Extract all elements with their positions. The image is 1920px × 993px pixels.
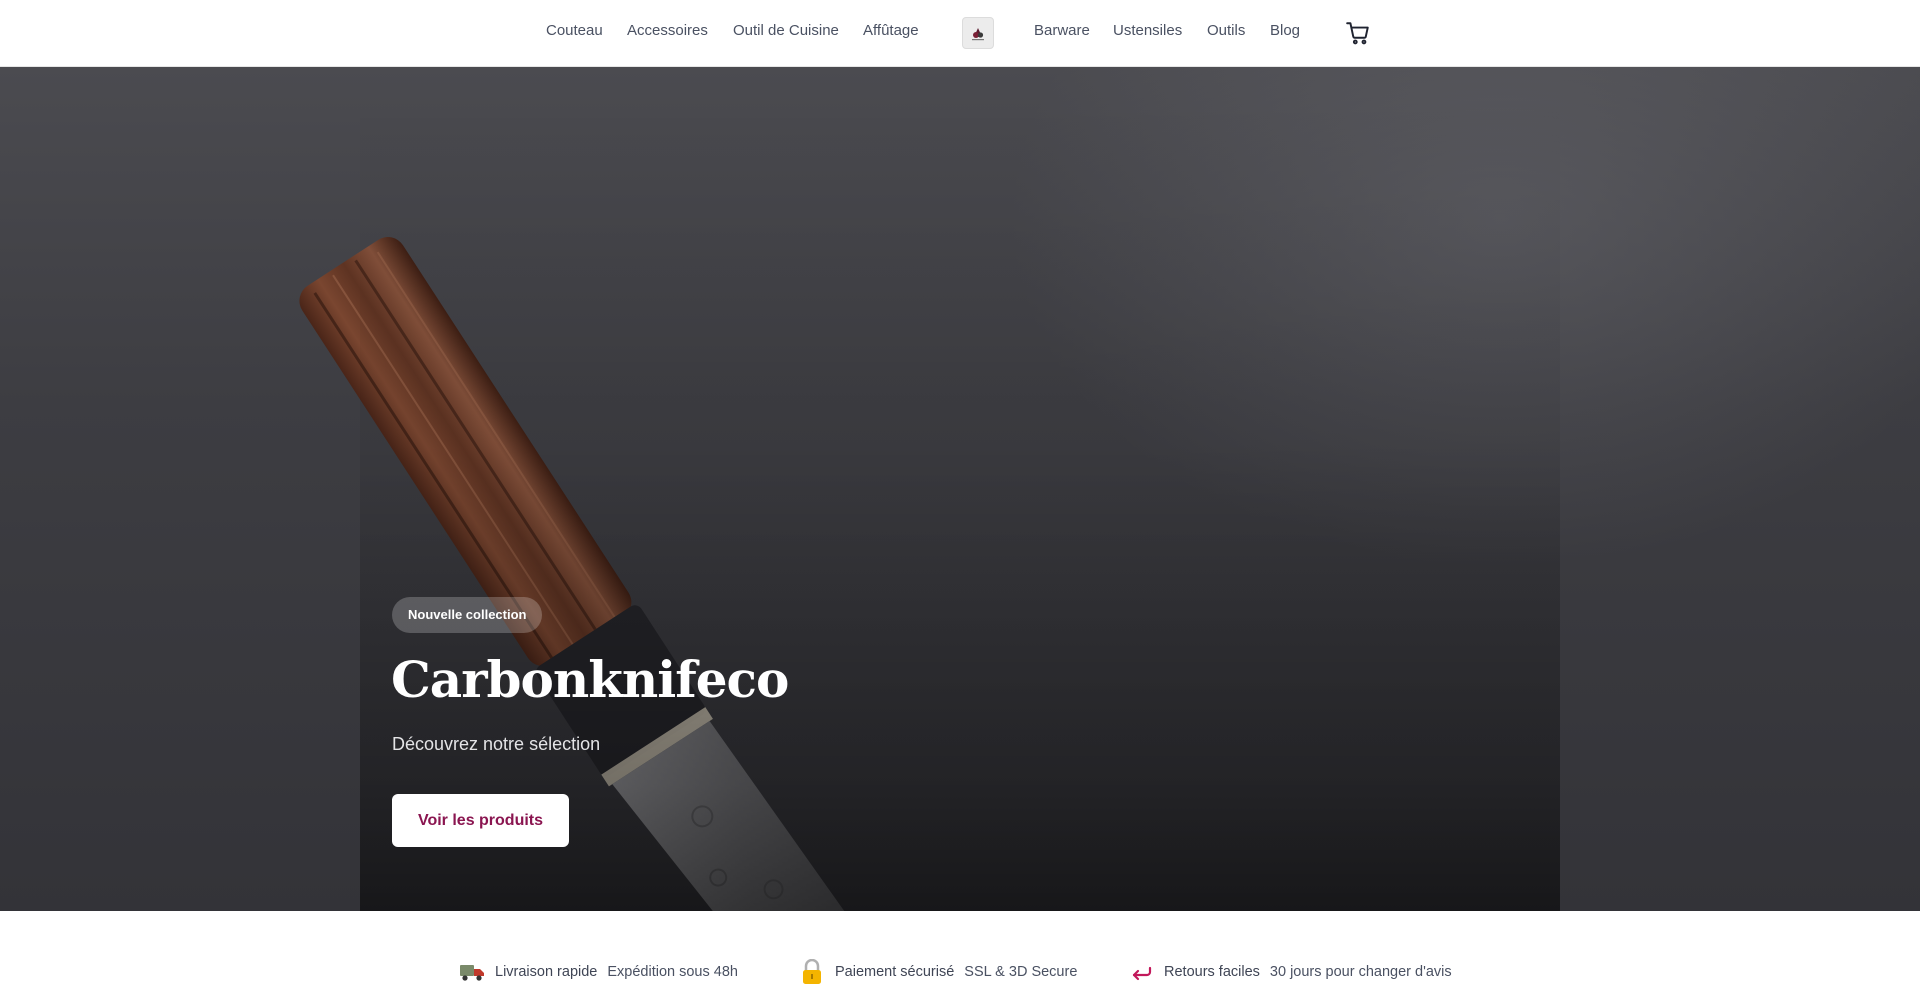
logo-mark-icon bbox=[972, 28, 984, 41]
shopping-cart-icon bbox=[1346, 22, 1369, 45]
nav-link-ustensiles[interactable]: Ustensiles bbox=[1113, 22, 1182, 39]
return-arrow-icon bbox=[1128, 959, 1154, 985]
feature-title: Paiement sécurisé bbox=[835, 964, 955, 980]
nav-link-couteau[interactable]: Couteau bbox=[546, 22, 603, 39]
delivery-truck-icon bbox=[459, 959, 485, 985]
hero-title: Carbonknifeco bbox=[391, 650, 789, 709]
feature-delivery: Livraison rapide Expédition sous 48h bbox=[459, 959, 738, 985]
nav-link-outil-de-cuisine[interactable]: Outil de Cuisine bbox=[733, 22, 839, 39]
cart-button[interactable] bbox=[1345, 20, 1371, 46]
feature-desc: SSL & 3D Secure bbox=[964, 964, 1078, 980]
feature-title: Retours faciles bbox=[1164, 964, 1260, 980]
collection-badge: Nouvelle collection bbox=[392, 597, 543, 633]
feature-payment: Paiement sécurisé SSL & 3D Secure bbox=[799, 959, 1077, 985]
feature-returns: Retours faciles 30 jours pour changer d'… bbox=[1128, 959, 1452, 985]
hero-banner: Nouvelle collection Carbonknifeco Découv… bbox=[0, 67, 1920, 911]
feature-desc: 30 jours pour changer d'avis bbox=[1269, 964, 1452, 980]
nav-link-affutage[interactable]: Affûtage bbox=[863, 22, 919, 39]
nav-link-outils[interactable]: Outils bbox=[1207, 22, 1245, 39]
site-header: Couteau Accessoires Outil de Cuisine Aff… bbox=[0, 0, 1920, 67]
feature-desc: Expédition sous 48h bbox=[607, 964, 738, 980]
hero-subtitle: Découvrez notre sélection bbox=[392, 734, 601, 754]
view-products-button[interactable]: Voir les produits bbox=[392, 794, 569, 847]
feature-title: Livraison rapide bbox=[495, 964, 598, 980]
hero-overlay bbox=[360, 67, 1560, 911]
lock-icon bbox=[799, 959, 825, 985]
nav-link-accessoires[interactable]: Accessoires bbox=[627, 22, 708, 39]
site-logo[interactable] bbox=[962, 17, 994, 49]
nav-link-barware[interactable]: Barware bbox=[1034, 22, 1090, 39]
nav-link-blog[interactable]: Blog bbox=[1270, 22, 1300, 39]
features-strip: Livraison rapide Expédition sous 48h Pai… bbox=[0, 911, 1920, 993]
